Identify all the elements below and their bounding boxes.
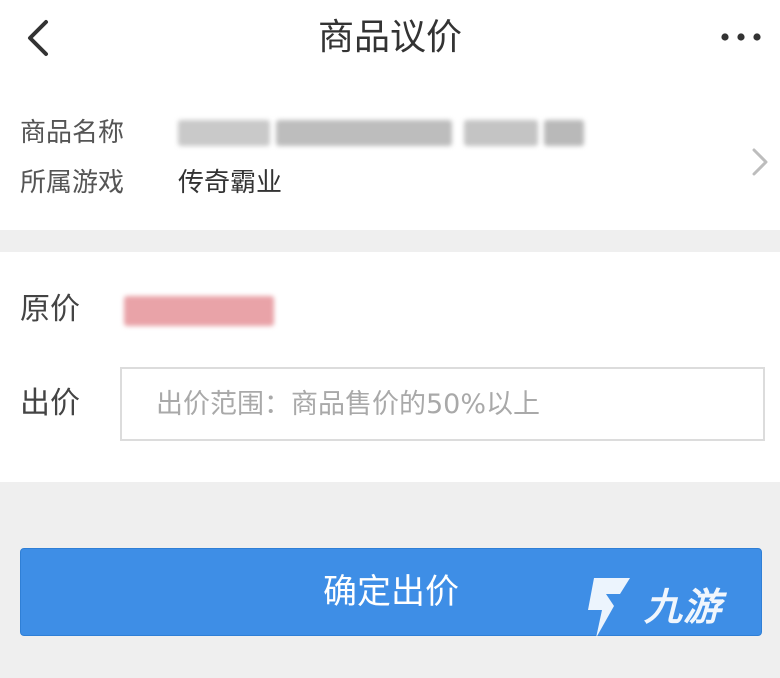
nav-bar: 商品议价 [0,0,780,92]
product-name-redacted [178,118,588,148]
confirm-offer-button[interactable]: 确定出价 [20,548,762,636]
chevron-right-icon [752,148,768,176]
game-value: 传奇霸业 [178,168,283,198]
product-info-card[interactable]: 商品名称 所属游戏 传奇霸业 [0,92,780,230]
game-label: 所属游戏 [20,168,125,198]
original-price-label: 原价 [20,292,80,327]
more-horizontal-icon [721,33,761,41]
more-button[interactable] [716,22,766,52]
price-card: 原价 出价 [0,252,780,482]
offer-input[interactable] [120,367,765,441]
product-name-label: 商品名称 [20,118,125,148]
original-price-redacted [124,292,276,328]
section-divider [0,230,780,252]
page-title: 商品议价 [317,17,462,58]
offer-label: 出价 [20,386,80,421]
